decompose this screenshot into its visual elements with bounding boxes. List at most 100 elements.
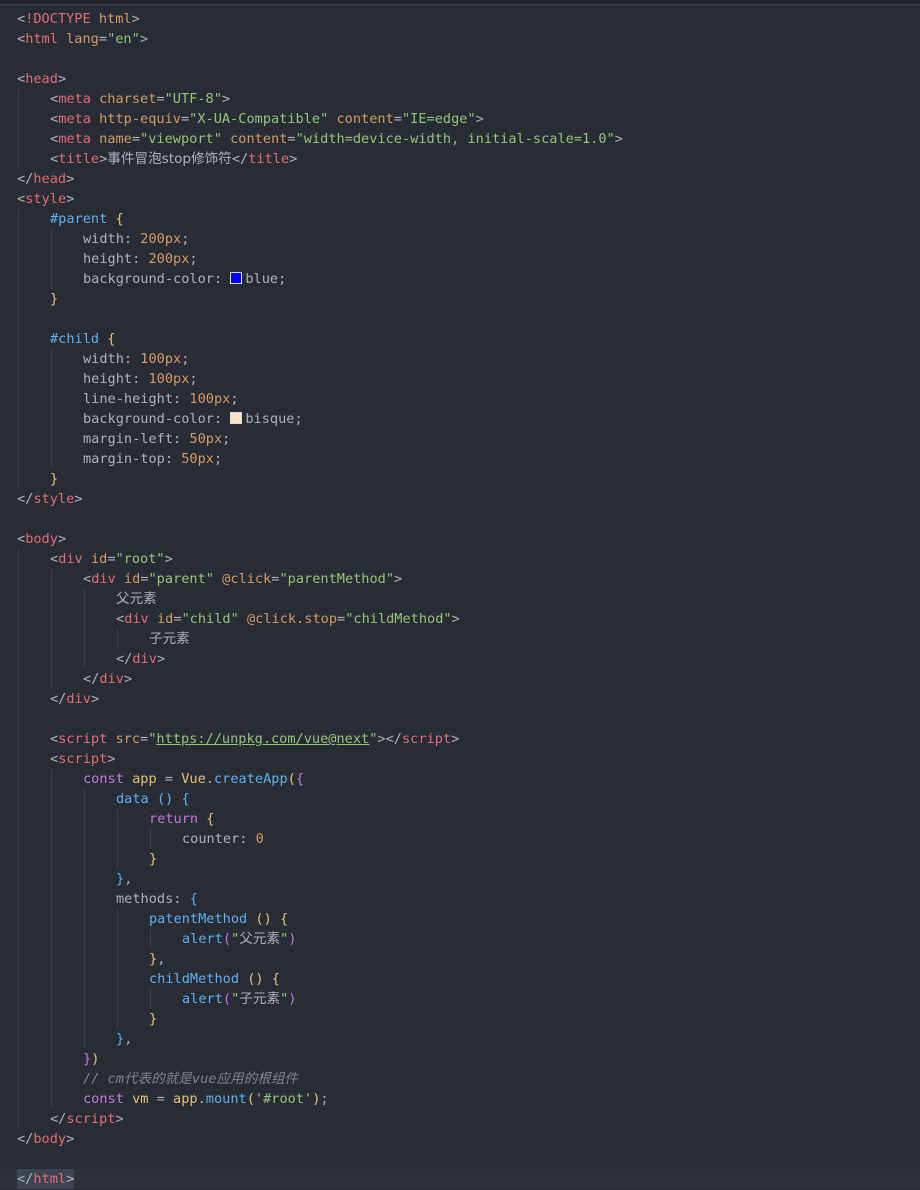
code-line[interactable]: <html lang="en"> (0, 29, 920, 49)
code-line[interactable]: } (0, 469, 920, 489)
code-line[interactable]: </div> (0, 649, 920, 669)
code-line[interactable]: } (0, 849, 920, 869)
code-line[interactable]: <meta name="viewport" content="width=dev… (0, 129, 920, 149)
code-line[interactable] (0, 1149, 920, 1169)
code-line[interactable]: <meta charset="UTF-8"> (0, 89, 920, 109)
code-line[interactable] (0, 709, 920, 729)
code-line[interactable]: const vm = app.mount('#root'); (0, 1089, 920, 1109)
code-line[interactable]: #parent { (0, 209, 920, 229)
indent-guide (84, 909, 85, 929)
code-token: div (91, 571, 116, 587)
code-token: < (50, 731, 59, 747)
code-line[interactable]: <body> (0, 529, 920, 549)
code-line[interactable]: <style> (0, 189, 920, 209)
code-line[interactable]: childMethod () { (0, 969, 920, 989)
code-line[interactable]: alert("父元素") (0, 929, 920, 949)
code-token: 子元素 (149, 631, 190, 647)
code-line[interactable]: <script src="https://unpkg.com/vue@next"… (0, 729, 920, 749)
code-line[interactable]: <meta http-equiv="X-UA-Compatible" conte… (0, 109, 920, 129)
code-line[interactable]: </html> (0, 1169, 920, 1189)
code-line[interactable]: 子元素 (0, 629, 920, 649)
code-line[interactable]: <head> (0, 69, 920, 89)
code-line[interactable]: line-height: 100px; (0, 389, 920, 409)
code-line[interactable]: width: 200px; (0, 229, 920, 249)
code-token: id (123, 571, 141, 587)
code-line[interactable]: margin-left: 50px; (0, 429, 920, 449)
code-line[interactable]: background-color: bisque; (0, 409, 920, 429)
code-token: // cm代表的就是vue应用的根组件 (83, 1071, 299, 1087)
code-line[interactable]: <script> (0, 749, 920, 769)
code-line[interactable] (0, 509, 920, 529)
code-token: methods (116, 891, 174, 907)
indent-guide (84, 849, 85, 869)
indent-guide (51, 349, 52, 369)
indent-guide (18, 889, 19, 909)
code-line[interactable]: const app = Vue.createApp({ (0, 769, 920, 789)
code-token: ; (294, 411, 303, 427)
indent-guide (18, 309, 19, 329)
code-token: < (50, 111, 59, 127)
code-token: meta (58, 91, 91, 107)
indent-guide (51, 1029, 52, 1049)
code-text: alert("父元素") (182, 929, 296, 949)
code-line[interactable]: margin-top: 50px; (0, 449, 920, 469)
code-lines[interactable]: <!DOCTYPE html> <html lang="en"> <head> <me… (0, 9, 920, 1189)
code-line[interactable]: <!DOCTYPE html> (0, 9, 920, 29)
code-line[interactable]: counter: 0 (0, 829, 920, 849)
code-line[interactable]: width: 100px; (0, 349, 920, 369)
code-line[interactable]: }, (0, 869, 920, 889)
code-line[interactable]: data () { (0, 789, 920, 809)
code-token: #parent (50, 211, 108, 227)
code-line[interactable]: 父元素 (0, 589, 920, 609)
code-line[interactable]: <title>事件冒泡stop修饰符</title> (0, 149, 920, 169)
code-line[interactable]: alert("子元素") (0, 989, 920, 1009)
code-text: }) (83, 1049, 99, 1069)
indent-guide (51, 929, 52, 949)
code-line[interactable]: </body> (0, 1129, 920, 1149)
code-editor[interactable]: <!DOCTYPE html> <html lang="en"> <head> <me… (0, 5, 920, 1190)
code-line[interactable]: <div id="parent" @click="parentMethod"> (0, 569, 920, 589)
code-token: ; (189, 251, 198, 267)
code-line[interactable]: <div id="child" @click.stop="childMethod… (0, 609, 920, 629)
code-line[interactable]: } (0, 1009, 920, 1029)
code-token: ) (91, 1051, 100, 1067)
code-line[interactable]: }, (0, 1029, 920, 1049)
code-token: ; (278, 271, 287, 287)
code-token: 100px (189, 391, 231, 407)
code-token: style (25, 191, 67, 207)
code-token: < (50, 91, 59, 107)
code-line[interactable]: #child { (0, 329, 920, 349)
code-line[interactable]: return { (0, 809, 920, 829)
code-line[interactable]: background-color: blue; (0, 269, 920, 289)
code-line[interactable]: height: 200px; (0, 249, 920, 269)
color-swatch-icon[interactable] (230, 412, 243, 424)
code-line[interactable]: <div id="root"> (0, 549, 920, 569)
code-line[interactable]: methods: { (0, 889, 920, 909)
code-line[interactable]: } (0, 289, 920, 309)
code-line[interactable]: }, (0, 949, 920, 969)
code-line[interactable]: height: 100px; (0, 369, 920, 389)
code-token[interactable]: https://unpkg.com/vue@next (156, 731, 369, 747)
code-line[interactable]: patentMethod () { (0, 909, 920, 929)
code-line[interactable]: </style> (0, 489, 920, 509)
code-token: : (164, 451, 182, 467)
code-token: { (295, 771, 305, 787)
code-line[interactable]: // cm代表的就是vue应用的根组件 (0, 1069, 920, 1089)
code-line[interactable]: </script> (0, 1109, 920, 1129)
code-line[interactable]: }) (0, 1049, 920, 1069)
code-line[interactable]: </head> (0, 169, 920, 189)
code-line[interactable] (0, 49, 920, 69)
indent-guide (18, 829, 19, 849)
code-text: <div id="parent" @click="parentMethod"> (83, 569, 402, 589)
indent-guide (18, 389, 19, 409)
color-swatch-icon[interactable] (230, 272, 243, 284)
code-token: height (83, 371, 133, 387)
code-line[interactable]: </div> (0, 669, 920, 689)
code-token: > (131, 11, 140, 27)
code-line[interactable]: </div> (0, 689, 920, 709)
code-line[interactable] (0, 309, 920, 329)
code-token: ; (181, 351, 190, 367)
code-token: </ (17, 1171, 34, 1187)
